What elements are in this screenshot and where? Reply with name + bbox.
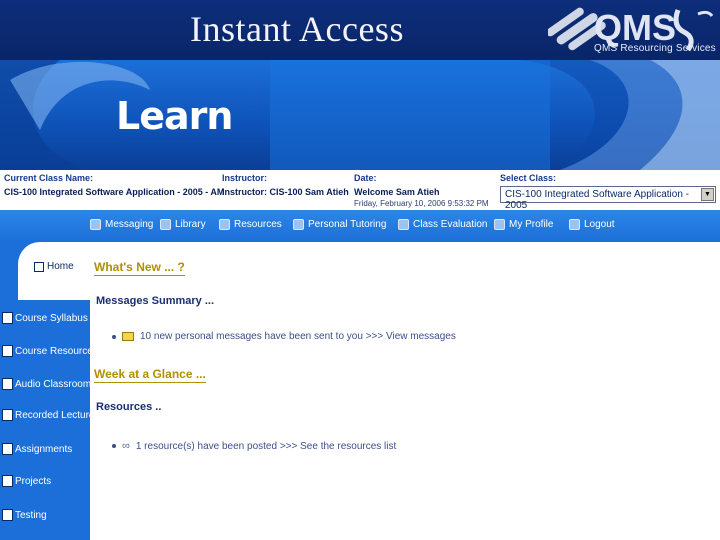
- main-content: What's New ... ? Messages Summary ... 10…: [90, 242, 720, 540]
- nav-label: Messaging: [105, 219, 154, 230]
- top-nav-bar: Messaging Library Resources Personal Tut…: [0, 210, 720, 242]
- nav-resources[interactable]: Resources: [219, 219, 282, 230]
- date-info: Date: Welcome Sam Atieh Friday, February…: [354, 173, 489, 208]
- date-value: Friday, February 10, 2006 9:53:32 PM: [354, 199, 489, 208]
- nav-logout[interactable]: Logout: [569, 219, 615, 230]
- bullet-icon: [112, 444, 116, 448]
- files-icon: [2, 475, 13, 487]
- sidebar-item-label: Testing: [15, 509, 47, 521]
- resources-heading: Resources ..: [96, 401, 162, 413]
- sidebar-item-label: Projects: [15, 475, 52, 487]
- nav-library[interactable]: Library: [160, 219, 206, 230]
- nav-messaging[interactable]: Messaging: [90, 219, 153, 230]
- sidebar-item-course-syllabus[interactable]: Course Syllabus: [2, 312, 88, 324]
- week-glance-heading[interactable]: Week at a Glance ...: [94, 367, 206, 383]
- qms-logo-text: QMS: [594, 7, 676, 48]
- sidebar-item-label: Recorded Lectures: [15, 409, 100, 421]
- nav-label: Resources: [234, 219, 282, 230]
- sidebar-item-label: Course Resources: [15, 345, 98, 357]
- sidebar-item-label: Audio Classroom: [15, 378, 92, 390]
- envelope-icon: [90, 219, 101, 230]
- current-class-info: Current Class Name: CIS-100 Integrated S…: [4, 173, 224, 197]
- music-note-icon: [2, 378, 13, 390]
- welcome-text: Welcome Sam Atieh: [354, 187, 440, 197]
- sidebar-item-label: Assignments: [15, 443, 73, 455]
- notebook-icon: [2, 443, 13, 455]
- profile-icon: [494, 219, 505, 230]
- class-info-bar: Current Class Name: CIS-100 Integrated S…: [0, 170, 720, 211]
- sidebar-item-home[interactable]: Home: [34, 261, 74, 272]
- qms-tagline: QMS Resourcing Services: [594, 43, 716, 54]
- chevron-down-icon[interactable]: ▼: [701, 188, 714, 201]
- nav-label: Library: [175, 219, 206, 230]
- instructor-value: Instructor: CIS-100 Sam Atieh: [222, 187, 349, 197]
- instructor-label: Instructor:: [222, 173, 267, 183]
- select-class-info: Select Class:: [500, 173, 556, 183]
- sidebar-item-testing[interactable]: Testing: [2, 509, 47, 521]
- link-icon: ∞: [122, 440, 130, 452]
- bullet-icon: [112, 334, 116, 339]
- nav-label: My Profile: [509, 219, 554, 230]
- learn-title: Learn: [116, 94, 233, 138]
- sidebar-item-projects[interactable]: Projects: [2, 475, 51, 487]
- resources-link[interactable]: 1 resource(s) have been posted >>> See t…: [136, 441, 396, 452]
- link-icon: [219, 219, 230, 230]
- home-icon: [34, 261, 44, 272]
- sidebar-item-label: Home: [47, 261, 74, 272]
- nav-label: Logout: [584, 219, 615, 230]
- learn-banner: Learn: [0, 60, 720, 170]
- current-class-label: Current Class Name:: [4, 173, 94, 183]
- sidebar-item-assignments[interactable]: Assignments: [2, 443, 72, 455]
- lms-screenshot: Learn Current Class Name: CIS-100 Integr…: [0, 60, 720, 540]
- nav-class-evaluation[interactable]: Class Evaluation: [398, 219, 487, 230]
- document-icon: [2, 312, 13, 324]
- messages-list-item: 10 new personal messages have been sent …: [112, 331, 456, 342]
- list-icon: [2, 509, 13, 521]
- sidebar-item-audio-classroom[interactable]: Audio Classroom: [2, 378, 91, 390]
- slide-title: Instant Access: [190, 9, 404, 49]
- pencil-icon: [398, 219, 409, 230]
- current-class-value: CIS-100 Integrated Software Application …: [4, 187, 225, 197]
- messages-summary-heading: Messages Summary ...: [96, 295, 215, 307]
- monitor-icon: [2, 409, 13, 421]
- sidebar-item-recorded-lectures[interactable]: Recorded Lectures: [2, 409, 100, 421]
- banner-swoosh-icon: [0, 60, 720, 170]
- select-class-label: Select Class:: [500, 173, 557, 183]
- slide-header: Instant Access QMS QMS Resourcing Servic…: [0, 0, 720, 60]
- date-label: Date:: [354, 173, 377, 183]
- nav-label: Personal Tutoring: [308, 219, 387, 230]
- nav-my-profile[interactable]: My Profile: [494, 219, 553, 230]
- checklist-icon: [2, 345, 13, 357]
- resources-list-item: ∞ 1 resource(s) have been posted >>> See…: [112, 440, 396, 452]
- whats-new-heading[interactable]: What's New ... ?: [94, 260, 185, 276]
- class-select-dropdown[interactable]: CIS-100 Integrated Software Application …: [500, 186, 716, 211]
- nav-personal-tutoring[interactable]: Personal Tutoring: [293, 219, 386, 230]
- book-icon: [160, 219, 171, 230]
- door-icon: [569, 219, 580, 230]
- messages-link[interactable]: 10 new personal messages have been sent …: [140, 331, 456, 342]
- sidebar-item-course-resources[interactable]: Course Resources: [2, 345, 98, 357]
- envelope-icon: [122, 332, 134, 341]
- sidebar-item-label: Course Syllabus: [15, 312, 88, 324]
- class-select-value: CIS-100 Integrated Software Application …: [505, 189, 689, 211]
- people-icon: [293, 219, 304, 230]
- nav-label: Class Evaluation: [413, 219, 488, 230]
- instructor-info: Instructor: Instructor: CIS-100 Sam Atie…: [222, 173, 349, 197]
